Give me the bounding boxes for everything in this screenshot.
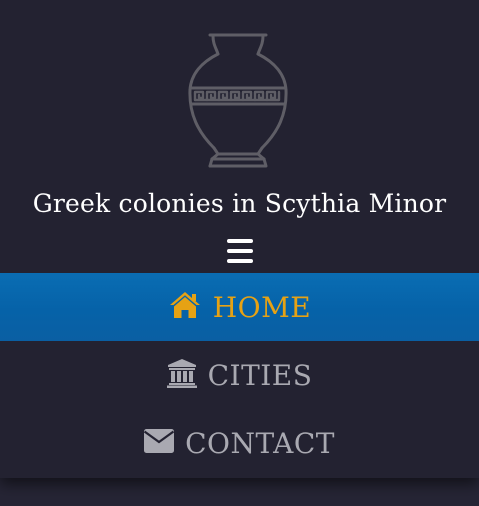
main-nav: HOME CITIES CONTACT xyxy=(0,273,479,477)
envelope-icon xyxy=(143,428,175,458)
nav-item-home[interactable]: HOME xyxy=(0,273,479,341)
home-icon xyxy=(168,290,202,325)
site-header: Greek colonies in Scythia Minor HOME CIT… xyxy=(0,0,479,478)
nav-item-home-label: HOME xyxy=(212,290,312,324)
nav-item-contact-label: CONTACT xyxy=(185,426,335,460)
hamburger-menu-icon[interactable] xyxy=(227,239,253,263)
greek-amphora-icon[interactable] xyxy=(186,32,290,170)
nav-item-cities-label: CITIES xyxy=(207,358,313,392)
site-title[interactable]: Greek colonies in Scythia Minor xyxy=(0,186,479,222)
temple-icon xyxy=(166,358,197,393)
nav-item-cities[interactable]: CITIES xyxy=(0,341,479,409)
nav-item-contact[interactable]: CONTACT xyxy=(0,409,479,477)
